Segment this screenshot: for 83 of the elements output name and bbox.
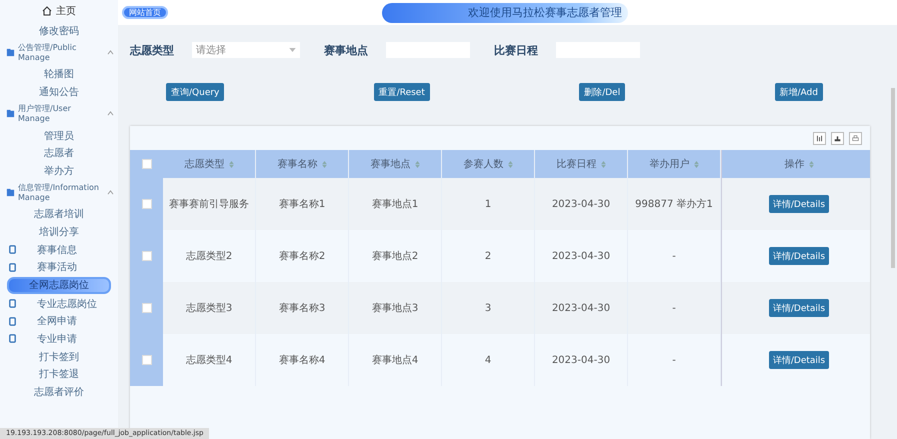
details-button[interactable]: 详情/Details — [768, 247, 830, 265]
table-cell-text: 志愿类型4 — [186, 354, 232, 367]
scrollbar[interactable] — [891, 88, 895, 268]
folder-icon — [6, 188, 15, 198]
table-cell-text: 998877 举办方1 — [635, 198, 713, 211]
row-checkbox[interactable] — [142, 199, 152, 209]
home-label: 主页 — [56, 4, 76, 18]
sidebar-item[interactable]: 通知公告 — [39, 84, 79, 99]
table-cell: 4 — [484, 354, 492, 366]
action-button[interactable]: 查询/Query — [166, 83, 224, 101]
table-cell: 2023-04-30 — [552, 302, 610, 314]
sort-icon[interactable] — [228, 160, 234, 168]
table-cell: 1 — [484, 198, 492, 210]
table-cell: - — [672, 250, 676, 262]
sidebar-item[interactable]: 打卡签到 — [39, 350, 79, 364]
table-cell-text: 赛事名称1 — [278, 198, 326, 211]
sidebar-item[interactable]: 举办方 — [44, 164, 74, 178]
columns-icon[interactable] — [813, 132, 826, 144]
action-button[interactable]: 删除/Del — [579, 83, 626, 101]
row-checkbox[interactable] — [142, 355, 152, 365]
welcome-banner: 欢迎使用马拉松赛事志愿者管理 — [382, 2, 628, 22]
sort-icon[interactable] — [508, 160, 512, 168]
row-checkbox[interactable] — [142, 251, 152, 261]
export-icon[interactable] — [831, 132, 844, 144]
group-label[interactable]: 用户管理/User Manage — [18, 104, 104, 124]
sidebar-item[interactable]: 培训分享 — [39, 224, 79, 239]
site-home-button[interactable]: 网站首页 — [122, 6, 168, 19]
sort-icon[interactable] — [322, 160, 326, 168]
group-label[interactable]: 公告管理/Public Manage — [18, 42, 104, 63]
table-cell: 2023-04-30 — [552, 250, 610, 262]
sort-icon[interactable] — [694, 160, 698, 168]
caret-icon[interactable] — [107, 50, 114, 56]
table-cell-text: 赛事地点4 — [372, 354, 418, 367]
sidebar-item[interactable]: 赛事活动 — [37, 260, 77, 274]
home-link[interactable]: 主页 — [0, 0, 118, 22]
action-button[interactable]: 重置/Reset — [374, 83, 430, 101]
sidebar-item[interactable]: 志愿者评价 — [34, 384, 84, 399]
sort-icon[interactable] — [414, 160, 420, 168]
sidebar-item[interactable]: 志愿者 — [44, 146, 74, 160]
sidebar-item[interactable]: 专业志愿岗位 — [37, 296, 97, 311]
table-cell-text: 赛事地点2 — [372, 250, 418, 263]
details-button[interactable]: 详情/Details — [768, 351, 830, 369]
folder-icon — [6, 109, 15, 118]
table-cell-text: 赛事名称3 — [278, 302, 326, 315]
folder-icon — [6, 48, 15, 58]
table-cell-text: 赛事名称2 — [278, 250, 326, 263]
filter-label: 志愿类型 — [130, 42, 174, 58]
table-cell-text: 志愿类型3 — [186, 302, 232, 315]
caret-icon[interactable] — [107, 111, 114, 116]
table-cell-text: 赛事地点3 — [372, 302, 418, 315]
print-icon[interactable] — [849, 132, 862, 144]
table-cell: - — [672, 354, 676, 366]
sidebar-item[interactable]: 赛事信息 — [37, 242, 77, 257]
details-button[interactable]: 详情/Details — [768, 195, 830, 213]
select-all-checkbox[interactable] — [142, 159, 152, 169]
table-cell-text: 志愿类型2 — [186, 250, 232, 263]
table-cell: 2 — [484, 250, 492, 262]
dropdown-icon — [289, 48, 296, 52]
sidebar-item[interactable]: 志愿者培训 — [34, 207, 84, 222]
sidebar-item[interactable]: 专业申请 — [37, 332, 77, 346]
table-cell: 2023-04-30 — [552, 354, 610, 366]
filter-label: 赛事地点 — [324, 42, 368, 58]
sort-icon[interactable] — [808, 160, 814, 168]
action-button[interactable]: 新增/Add — [774, 83, 823, 101]
table-cell: 3 — [484, 302, 492, 314]
caret-icon[interactable] — [107, 190, 114, 196]
type-select[interactable]: 请选择 — [192, 42, 300, 58]
table-cell-text: 赛事赛前引导服务 — [169, 198, 249, 211]
table-cell-text: 赛事名称4 — [278, 354, 326, 367]
group-label[interactable]: 信息管理/Information Manage — [18, 182, 104, 203]
sidebar-item[interactable]: 修改密码 — [0, 22, 118, 40]
table-cell: - — [672, 302, 676, 314]
sidebar-item[interactable]: 管理员 — [44, 128, 74, 143]
row-checkbox[interactable] — [142, 303, 152, 313]
table-cell-text: 赛事地点1 — [372, 198, 418, 211]
sort-icon[interactable] — [600, 160, 606, 168]
sidebar-item[interactable]: 全网申请 — [37, 314, 77, 328]
filter-label: 比赛日程 — [494, 42, 538, 58]
details-button[interactable]: 详情/Details — [768, 299, 830, 317]
sidebar-item[interactable]: 轮播图 — [44, 67, 74, 82]
home-icon — [42, 6, 52, 16]
table-cell: 2023-04-30 — [552, 198, 610, 210]
sidebar-item[interactable]: 打卡签退 — [39, 367, 79, 382]
